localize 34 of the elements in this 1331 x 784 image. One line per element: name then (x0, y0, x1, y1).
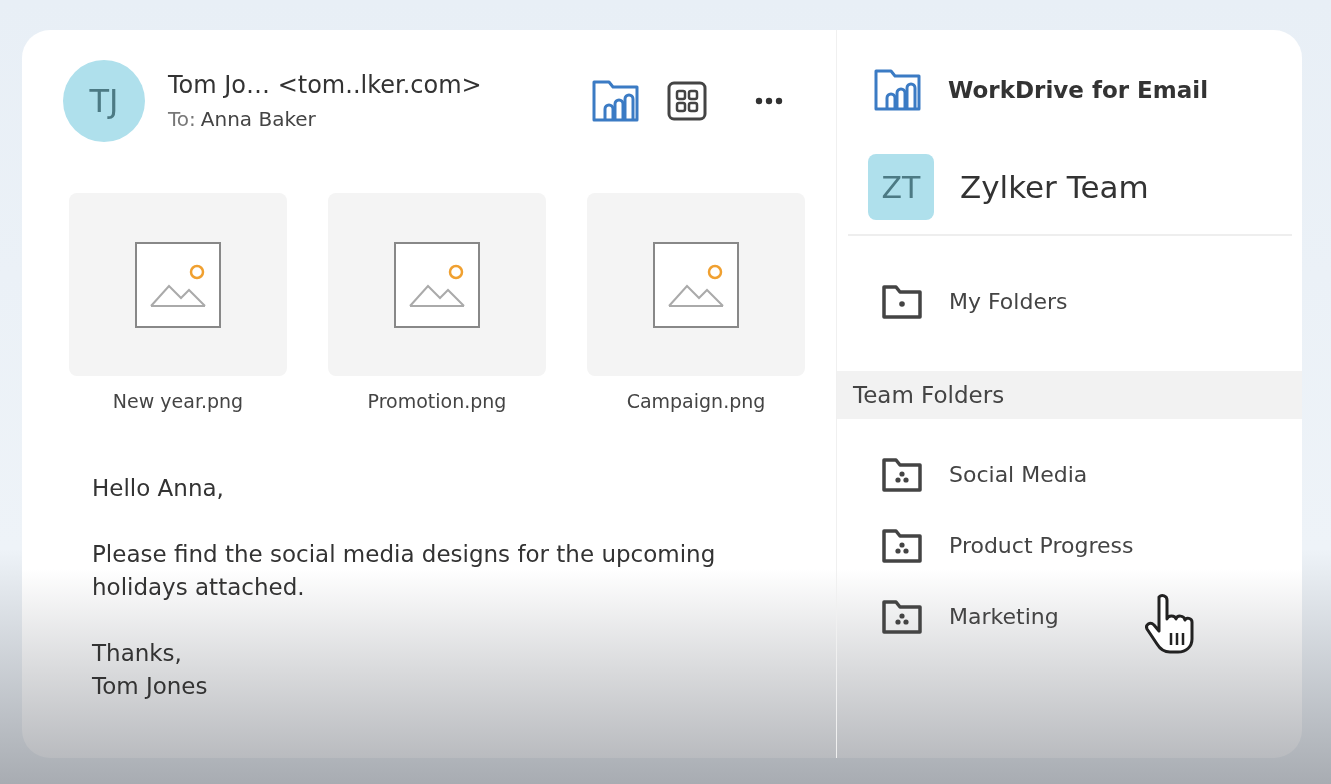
sidebar-title: WorkDrive for Email (948, 77, 1209, 103)
body-text: Hello Anna, (92, 474, 225, 503)
attachment-thumbnail[interactable] (69, 193, 287, 376)
image-icon (135, 241, 221, 328)
section-header: Team Folders (837, 371, 1302, 419)
folder-item[interactable]: Product Progress (848, 510, 1144, 581)
shared-folder-icon (881, 527, 923, 564)
attachment-thumbnail[interactable] (587, 193, 805, 376)
folder-chart-icon[interactable] (591, 79, 641, 123)
body-text: Please find the social media designs for the upcoming holidays attached. (92, 540, 717, 602)
sender-avatar: TJ (63, 60, 145, 142)
attachment-thumbnail[interactable] (328, 193, 546, 376)
hand-cursor-icon (1143, 593, 1195, 655)
folder-chart-icon (873, 68, 923, 112)
sender-name: Tom Jo… <tom..lker.com> (168, 71, 483, 99)
shared-folder-icon (881, 598, 923, 635)
attachment-name: New year.png (112, 390, 244, 412)
shared-folder-icon (881, 456, 923, 493)
team-name: Zylker Team (960, 169, 1149, 205)
recipient-label: To: (168, 107, 196, 131)
body-text: Tom Jones (92, 672, 209, 701)
attachment-name: Promotion.png (367, 390, 507, 412)
body-text: Thanks, (92, 639, 183, 668)
attachment-name: Campaign.png (626, 390, 766, 412)
folder-item[interactable]: My Folders (848, 266, 1078, 337)
folder-item[interactable]: Social Media (848, 439, 1098, 510)
folder-item[interactable]: Marketing (848, 581, 1069, 652)
image-icon (394, 241, 480, 328)
team-avatar: ZT (868, 154, 934, 220)
image-icon (653, 241, 739, 328)
folder-icon (881, 283, 923, 320)
recipient-name: Anna Baker (200, 107, 316, 131)
apps-grid-icon[interactable] (667, 81, 707, 121)
more-icon[interactable] (755, 97, 783, 105)
